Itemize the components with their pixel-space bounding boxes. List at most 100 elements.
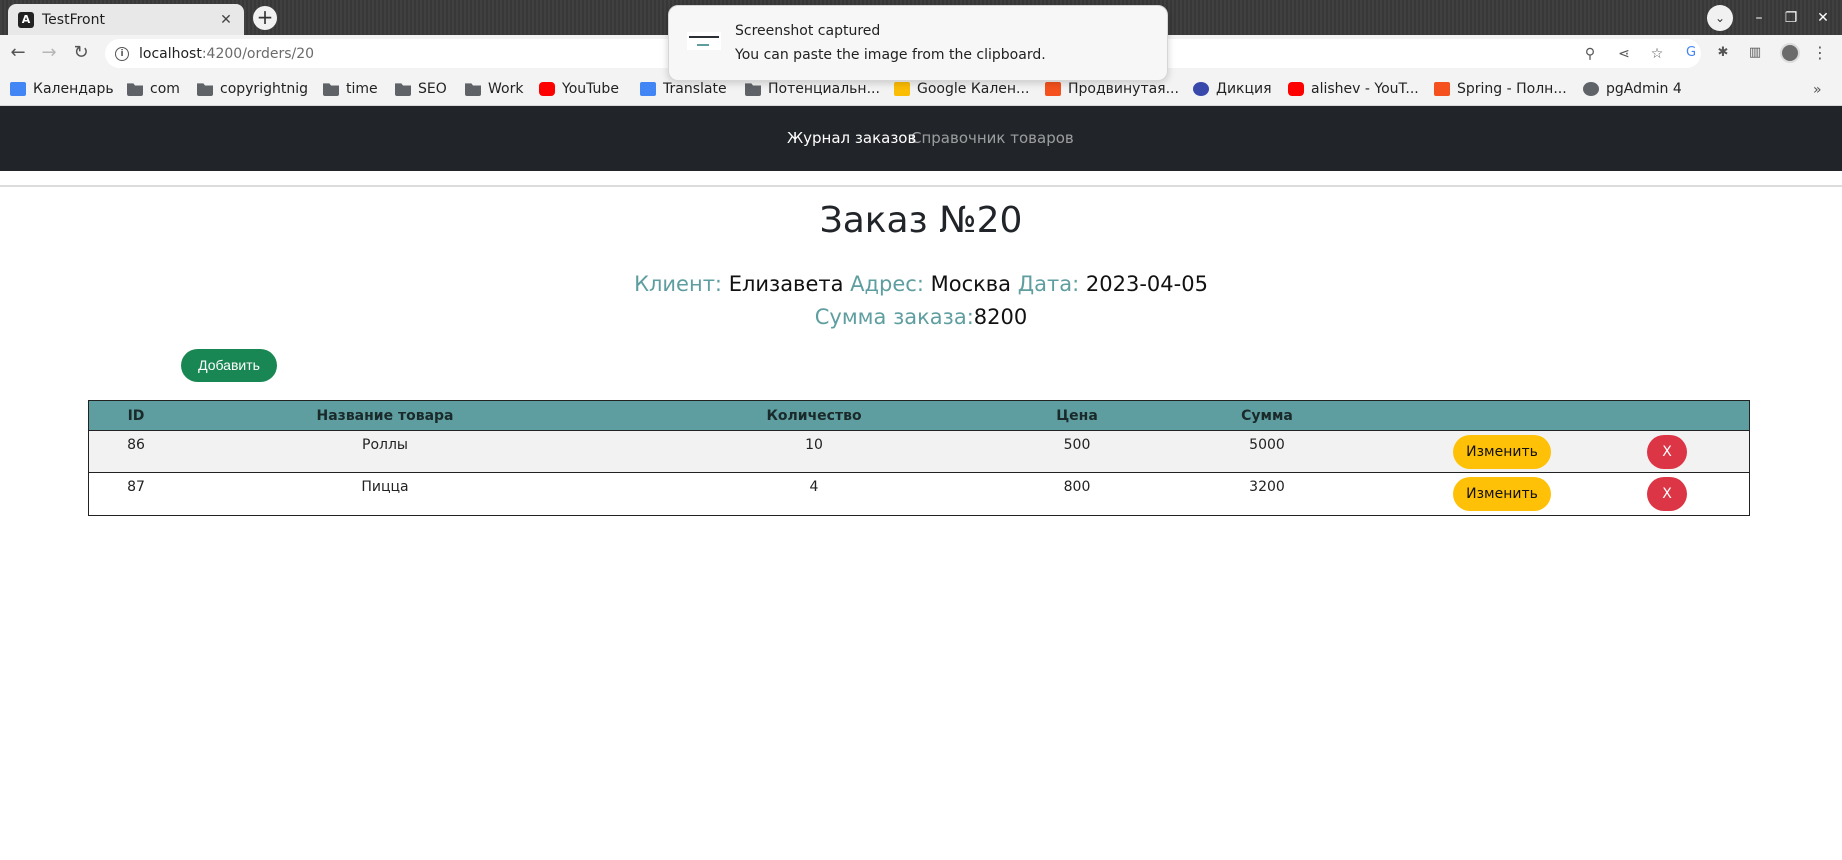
bookmark-item[interactable]: Календарь xyxy=(10,78,114,100)
bookmark-label: YouTube xyxy=(562,81,619,97)
bookmark-label: Spring - Полн... xyxy=(1457,81,1567,97)
angular-favicon-icon: A xyxy=(18,11,34,28)
bookmark-folder[interactable]: Потенциальн... xyxy=(745,78,880,100)
cell-price: 800 xyxy=(1063,479,1091,495)
edit-button[interactable]: Изменить xyxy=(1453,477,1551,511)
header-price: Цена xyxy=(1056,408,1098,424)
bookmark-folder[interactable]: Work xyxy=(465,78,523,100)
bookmark-item[interactable]: Дикция xyxy=(1193,78,1272,100)
bookmark-label: Translate xyxy=(663,81,727,97)
nav-link-products[interactable]: Справочник товаров xyxy=(911,129,1074,147)
youtube-icon xyxy=(539,82,555,96)
cell-sum: 5000 xyxy=(1249,437,1285,453)
dikcia-icon xyxy=(1193,82,1209,96)
back-arrow-icon[interactable]: ← xyxy=(8,43,28,63)
side-panel-icon[interactable]: ▥ xyxy=(1746,44,1764,62)
screenshot-notification[interactable]: Screenshot captured You can paste the im… xyxy=(668,5,1168,81)
edit-button[interactable]: Изменить xyxy=(1453,435,1551,469)
bookmark-item[interactable]: YouTube xyxy=(539,78,619,100)
bookmark-label: com xyxy=(150,81,180,97)
tab-title: TestFront xyxy=(42,11,105,28)
header-qty: Количество xyxy=(766,408,862,424)
folder-icon xyxy=(745,83,761,96)
total-label: Сумма заказа: xyxy=(814,305,974,329)
bookmark-item[interactable]: Продвинутая... xyxy=(1045,78,1179,100)
bookmark-folder[interactable]: SEO xyxy=(395,78,447,100)
cell-name: Роллы xyxy=(362,437,408,453)
cell-id: 86 xyxy=(127,437,145,453)
forward-arrow-icon[interactable]: → xyxy=(39,43,59,63)
notification-title: Screenshot captured xyxy=(735,23,881,39)
cell-price: 500 xyxy=(1063,437,1091,453)
globe-icon xyxy=(1583,82,1599,96)
delete-button[interactable]: X xyxy=(1647,477,1687,511)
url-host: localhost xyxy=(139,45,202,62)
extensions-puzzle-icon[interactable]: ✱ xyxy=(1714,44,1732,62)
bookmark-item[interactable]: Spring - Полн... xyxy=(1434,78,1567,100)
notification-body: You can paste the image from the clipboa… xyxy=(735,47,1046,63)
zoom-icon[interactable]: ⚲ xyxy=(1582,46,1598,62)
cell-qty: 4 xyxy=(809,479,819,495)
bookmark-label: Потенциальн... xyxy=(768,81,880,97)
cell-qty: 10 xyxy=(805,437,823,453)
bookmark-label: alishev - YouT... xyxy=(1311,81,1419,97)
bookmark-label: SEO xyxy=(418,81,447,97)
minimize-icon[interactable]: – xyxy=(1749,8,1769,28)
client-value: Елизавета xyxy=(728,272,844,296)
bookmark-label: Google Кален... xyxy=(917,81,1030,97)
reload-icon[interactable]: ↻ xyxy=(71,43,91,63)
tab-search-button[interactable]: ⌄ xyxy=(1707,5,1733,31)
add-button[interactable]: Добавить xyxy=(181,349,277,382)
folder-icon xyxy=(197,83,213,96)
address-value: Москва xyxy=(930,272,1012,296)
site-info-icon[interactable]: i xyxy=(115,46,129,61)
order-items-table: ID Название товара Количество Цена Сумма… xyxy=(88,400,1750,516)
browser-menu-icon[interactable]: ⋮ xyxy=(1812,42,1828,64)
header-name: Название товара xyxy=(316,408,454,424)
browser-tab[interactable]: A TestFront ✕ xyxy=(8,4,244,35)
screenshot-thumbnail xyxy=(687,32,721,50)
header-sum: Сумма xyxy=(1241,408,1293,424)
order-total-line: Сумма заказа:8200 xyxy=(0,305,1842,329)
restore-icon[interactable]: ❐ xyxy=(1781,8,1801,28)
page-title: Заказ №20 xyxy=(819,200,1023,241)
cell-sum: 3200 xyxy=(1249,479,1285,495)
close-tab-icon[interactable]: ✕ xyxy=(218,12,234,28)
bookmark-item[interactable]: pgAdmin 4 xyxy=(1583,78,1682,100)
bookmark-item[interactable]: alishev - YouT... xyxy=(1288,78,1419,100)
order-info-line: Клиент: Елизавета Адрес: Москва Дата: 20… xyxy=(0,272,1842,296)
bookmark-star-icon[interactable]: ☆ xyxy=(1649,46,1665,62)
calendar-icon xyxy=(10,82,26,96)
more-bookmarks-icon[interactable]: » xyxy=(1813,82,1822,98)
folder-icon xyxy=(465,83,481,96)
youtube-icon xyxy=(1288,82,1304,96)
bookmark-label: pgAdmin 4 xyxy=(1606,81,1682,97)
bookmark-folder[interactable]: time xyxy=(323,78,378,100)
date-label: Дата: xyxy=(1017,272,1080,296)
delete-button[interactable]: X xyxy=(1647,435,1687,469)
bookmark-folder[interactable]: com xyxy=(127,78,180,100)
bookmark-label: Work xyxy=(488,81,524,97)
date-value: 2023-04-05 xyxy=(1085,272,1208,296)
new-tab-button[interactable]: + xyxy=(253,6,277,30)
translate-icon xyxy=(640,82,656,96)
profile-avatar[interactable] xyxy=(1780,43,1800,63)
table-header: ID Название товара Количество Цена Сумма xyxy=(89,401,1749,431)
bookmark-item[interactable]: Translate xyxy=(640,78,727,100)
divider xyxy=(0,185,1842,187)
stepik-icon xyxy=(1045,82,1061,96)
folder-icon xyxy=(395,83,411,96)
bookmark-item[interactable]: Google Кален... xyxy=(894,78,1029,100)
stepik-icon xyxy=(1434,82,1450,96)
translate-extension-icon[interactable]: G xyxy=(1682,44,1700,62)
nav-link-orders[interactable]: Журнал заказов xyxy=(787,129,916,147)
table-row: 87 Пицца 4 800 3200 Изменить X xyxy=(89,473,1749,515)
bookmark-label: time xyxy=(346,81,378,97)
total-value: 8200 xyxy=(973,305,1028,329)
share-icon[interactable]: ⋖ xyxy=(1616,46,1632,62)
bookmark-folder[interactable]: copyrightnig xyxy=(197,78,308,100)
client-label: Клиент: xyxy=(634,272,722,296)
bookmark-label: copyrightnig xyxy=(220,81,308,97)
close-window-icon[interactable]: ✕ xyxy=(1813,8,1833,28)
folder-icon xyxy=(127,83,143,96)
